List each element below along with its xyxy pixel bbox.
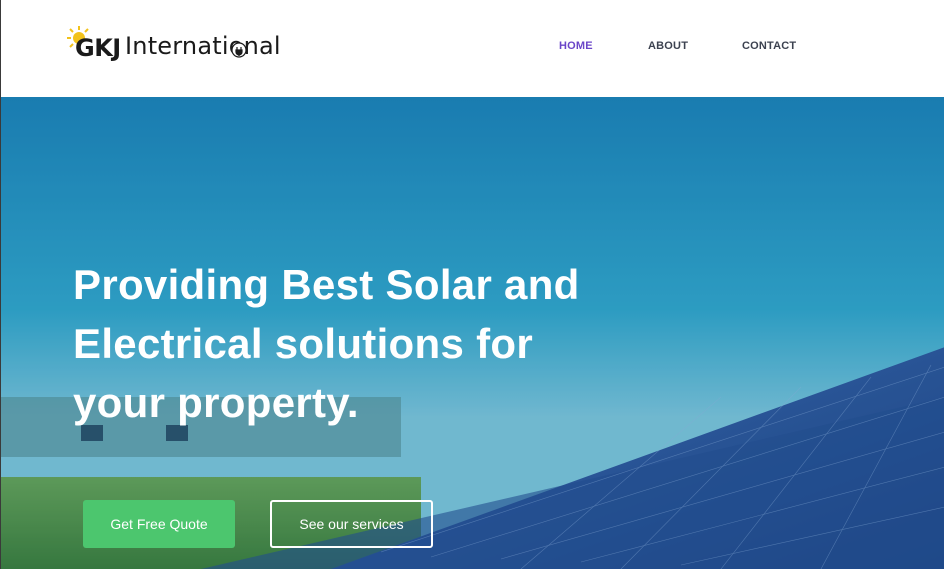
hero-title-line-2: Electrical solutions for xyxy=(73,320,533,367)
hero-title: Providing Best Solar and Electrical solu… xyxy=(73,255,613,432)
hero-title-line-1: Providing Best Solar and xyxy=(73,261,580,308)
nav-home-link[interactable]: HOME xyxy=(559,40,593,52)
see-our-services-button[interactable]: See our services xyxy=(270,500,433,548)
nav-about-link[interactable]: ABOUT xyxy=(648,40,688,52)
hero-section: Providing Best Solar and Electrical solu… xyxy=(0,97,944,569)
get-free-quote-button[interactable]: Get Free Quote xyxy=(83,500,235,548)
main-nav: HOME ABOUT CONTACT xyxy=(1,40,944,54)
nav-contact-link[interactable]: CONTACT xyxy=(742,40,796,52)
site-header: GKJ International HOME ABOUT CONTACT xyxy=(0,0,944,97)
hero-title-line-3: your property. xyxy=(73,379,359,426)
